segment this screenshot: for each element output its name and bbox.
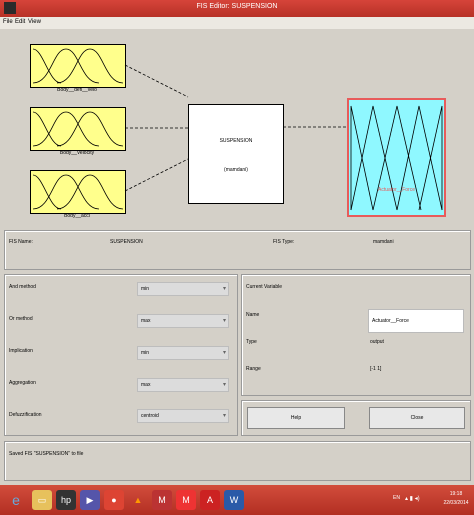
fis-info-panel: FIS Name: SUSPENSION FIS Type: mamdani — [4, 230, 471, 270]
name-label: Name — [246, 312, 260, 318]
menu-edit[interactable]: Edit — [15, 19, 25, 25]
media-icon[interactable]: ▶ — [80, 490, 100, 510]
chrome-icon[interactable]: ● — [104, 490, 124, 510]
defuzzification-select[interactable]: centroid ▾ — [137, 409, 229, 423]
matlab-active-icon[interactable]: M — [176, 490, 196, 510]
status-message: Saved FIS "SUSPENSION" to file — [9, 451, 84, 457]
clock-date[interactable]: 22/03/2014 — [438, 500, 474, 506]
and-method-select[interactable]: min ▾ — [137, 282, 229, 296]
menu-bar: File Edit View — [0, 17, 474, 29]
and-method-label: And method — [9, 284, 36, 290]
output-label: Actuator__Force — [378, 187, 415, 193]
type-label: Type — [246, 339, 257, 345]
language-indicator[interactable]: EN — [393, 495, 400, 501]
system-box[interactable]: SUSPENSION (mamdani) — [188, 104, 284, 204]
chevron-down-icon: ▾ — [222, 413, 226, 419]
defuzzification-label: Defuzzification — [9, 412, 42, 418]
hp-icon[interactable]: hp — [56, 490, 76, 510]
triangle-mf-icon — [350, 105, 443, 211]
or-method-select[interactable]: max ▾ — [137, 314, 229, 328]
chevron-down-icon: ▾ — [222, 350, 226, 356]
matlab-icon[interactable]: M — [152, 490, 172, 510]
chevron-down-icon: ▾ — [222, 286, 226, 292]
current-variable-heading: Current Variable — [246, 284, 283, 290]
fis-name-value: SUSPENSION — [110, 239, 143, 245]
tray-icons[interactable]: ▴ ▮ ◂) — [405, 495, 420, 502]
range-label: Range — [246, 366, 261, 372]
implication-label: Implication — [9, 348, 33, 354]
type-value: output — [370, 339, 384, 345]
chevron-down-icon: ▾ — [222, 382, 226, 388]
word-icon[interactable]: W — [224, 490, 244, 510]
chevron-down-icon: ▾ — [222, 318, 226, 324]
taskbar: e ▭ hp ▶ ● ▲ M M A W EN ▴ ▮ ◂) 19:18 22/… — [0, 485, 474, 515]
variable-name-field[interactable]: Actuator__Force — [368, 309, 464, 333]
methods-panel: And method min ▾ Or method max ▾ Implicati… — [4, 274, 238, 436]
clock-time[interactable]: 19:18 — [440, 491, 472, 497]
output-mf-box[interactable] — [347, 98, 446, 217]
fis-name-label: FIS Name: — [9, 239, 33, 245]
title-bar: FIS Editor: SUSPENSION — [0, 0, 474, 17]
fis-type-label: FIS Type: — [273, 239, 295, 245]
aggregation-select[interactable]: max ▾ — [137, 378, 229, 392]
menu-file[interactable]: File — [3, 19, 13, 25]
system-type: (mamdani) — [224, 167, 248, 173]
help-button[interactable]: Help — [247, 407, 345, 429]
aggregation-label: Aggregation — [9, 380, 36, 386]
pdf-icon[interactable]: A — [200, 490, 220, 510]
current-variable-panel: Current Variable Name Actuator__Force Ty… — [241, 274, 471, 396]
range-value: [-1 1] — [370, 366, 382, 372]
vlc-icon[interactable]: ▲ — [128, 490, 148, 510]
window-title: FIS Editor: SUSPENSION — [196, 3, 278, 10]
fis-type-value: mamdani — [373, 239, 394, 245]
ie-icon[interactable]: e — [6, 490, 26, 510]
system-name: SUSPENSION — [219, 138, 253, 144]
or-method-label: Or method — [9, 316, 33, 322]
status-panel: Saved FIS "SUSPENSION" to file — [4, 441, 471, 481]
menu-view[interactable]: View — [28, 19, 41, 25]
fis-diagram: Body__defl__velo Body__Velocity Body__ac… — [0, 29, 474, 225]
close-button[interactable]: Close — [369, 407, 465, 429]
folder-icon[interactable]: ▭ — [32, 490, 52, 510]
implication-select[interactable]: min ▾ — [137, 346, 229, 360]
button-panel: Help Close — [241, 400, 471, 436]
